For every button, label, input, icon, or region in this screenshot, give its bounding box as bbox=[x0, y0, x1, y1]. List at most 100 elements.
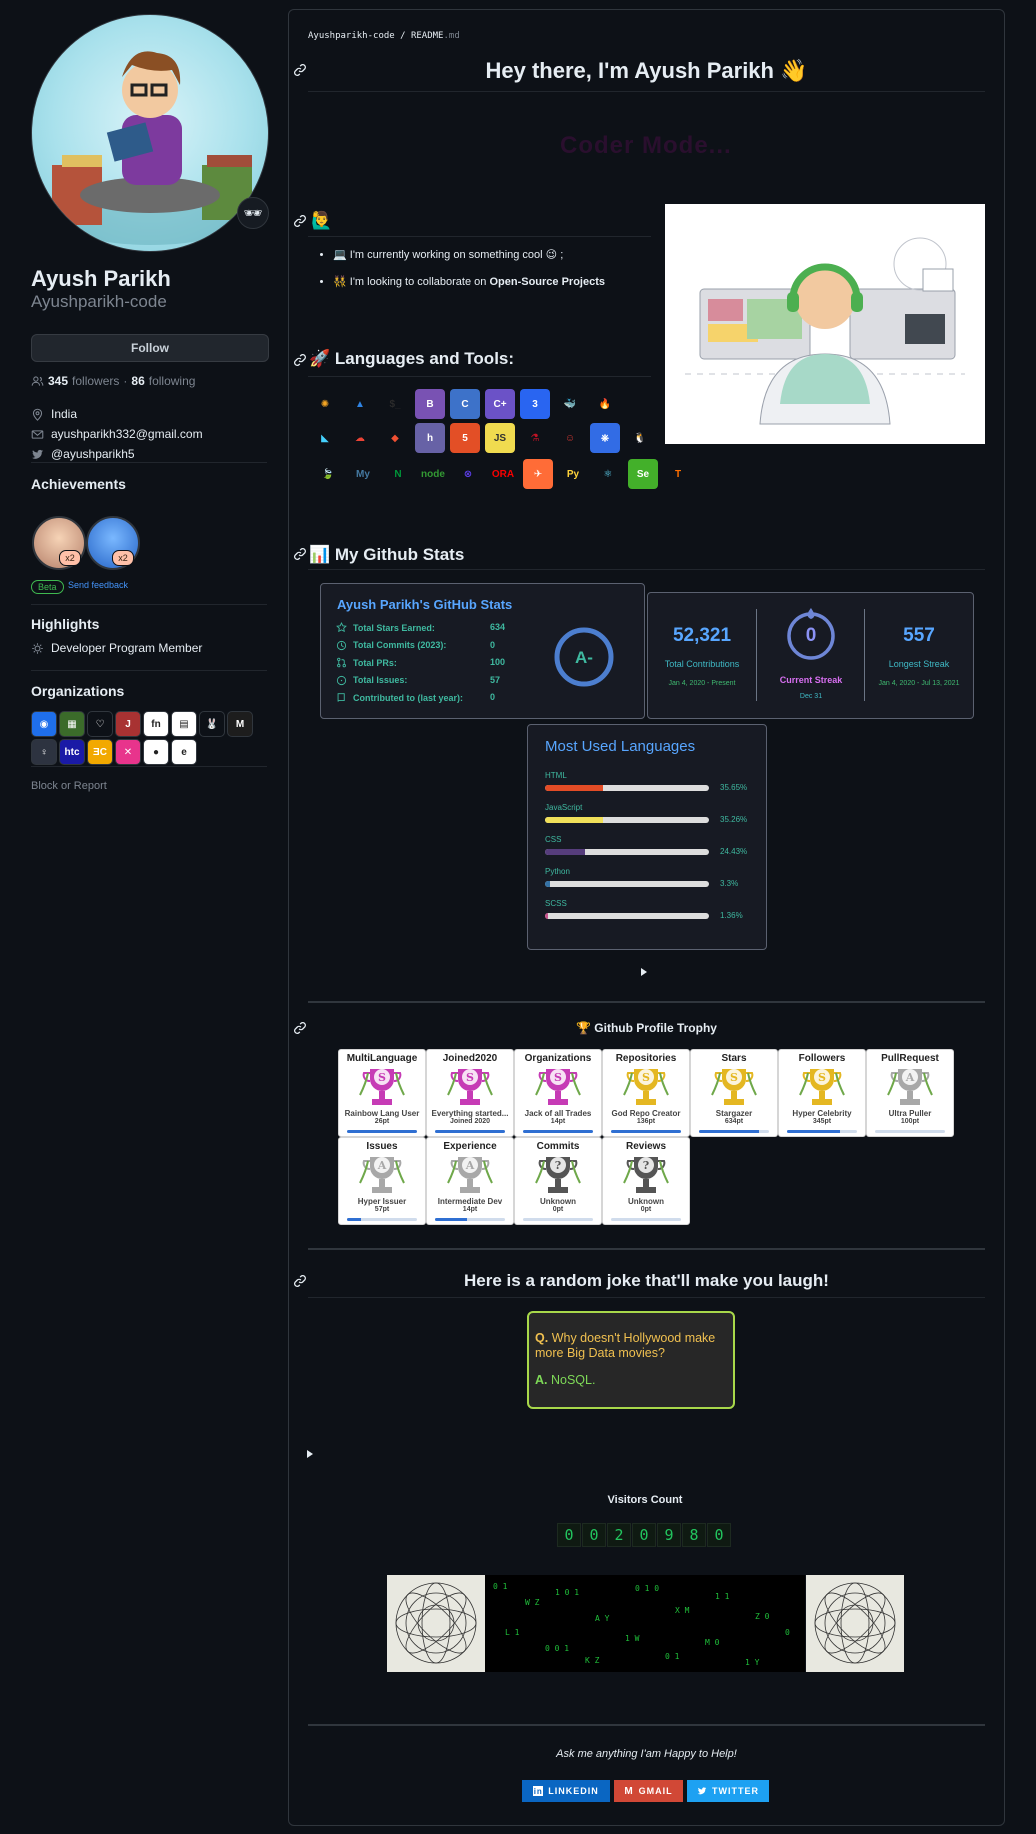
email-link[interactable]: ayushparikh332@gmail.com bbox=[51, 427, 203, 441]
bullet-text: I'm looking to collaborate on bbox=[349, 276, 490, 288]
heroku-icon[interactable]: h bbox=[415, 423, 445, 453]
trophy-card[interactable]: PullRequest A Ultra Puller 100pt bbox=[866, 1049, 954, 1137]
following-label[interactable]: following bbox=[149, 374, 196, 388]
docker-icon[interactable]: 🐳 bbox=[555, 389, 585, 419]
trophy-card[interactable]: Experience A Intermediate Dev 14pt bbox=[426, 1137, 514, 1225]
svg-text:1 Y: 1 Y bbox=[745, 1658, 760, 1667]
trophy-card[interactable]: Followers S Hyper Celebrity 345pt bbox=[778, 1049, 866, 1137]
svg-text:1 0 1: 1 0 1 bbox=[555, 1588, 579, 1597]
link-icon[interactable] bbox=[293, 1021, 307, 1035]
org-avatar[interactable]: ◉ bbox=[31, 711, 57, 737]
css3-icon[interactable]: 3 bbox=[520, 389, 550, 419]
divider bbox=[31, 462, 267, 463]
org-avatar[interactable]: e bbox=[171, 739, 197, 765]
gcp-icon[interactable]: ☁ bbox=[345, 423, 375, 453]
org-avatar[interactable]: M bbox=[227, 711, 253, 737]
breadcrumb-repo[interactable]: Ayushparikh-code bbox=[308, 31, 395, 41]
linkedin-button[interactable]: in LINKEDIN bbox=[522, 1780, 610, 1802]
org-avatar[interactable]: ● bbox=[143, 739, 169, 765]
opencv-icon[interactable]: ⊗ bbox=[453, 459, 483, 489]
react-icon[interactable]: ⚛ bbox=[593, 459, 623, 489]
following-count[interactable]: 86 bbox=[131, 374, 144, 388]
nginx-icon[interactable]: N bbox=[383, 459, 413, 489]
org-avatar[interactable]: ♡ bbox=[87, 711, 113, 737]
jest-icon[interactable]: ⚗ bbox=[520, 423, 550, 453]
avatar[interactable] bbox=[31, 14, 269, 252]
stat-label-text: Total Commits (2023): bbox=[353, 640, 447, 650]
joke-a-label: A. bbox=[535, 1373, 548, 1387]
followers-label[interactable]: followers bbox=[72, 374, 119, 388]
html5-icon[interactable]: 5 bbox=[450, 423, 480, 453]
javascript-icon[interactable]: JS bbox=[485, 423, 515, 453]
org-avatar[interactable]: fn bbox=[143, 711, 169, 737]
send-feedback-link[interactable]: Send feedback bbox=[68, 580, 128, 590]
twitter-button[interactable]: TWITTER bbox=[687, 1780, 769, 1802]
org-avatar[interactable]: ♀ bbox=[31, 739, 57, 765]
trophy-card[interactable]: Organizations S Jack of all Trades 14pt bbox=[514, 1049, 602, 1137]
link-icon[interactable] bbox=[293, 1274, 307, 1288]
play-icon[interactable] bbox=[641, 968, 647, 976]
trophy-title: Joined2020 bbox=[442, 1053, 498, 1064]
c-icon[interactable]: C bbox=[450, 389, 480, 419]
trophy-desc: Unknown bbox=[540, 1197, 576, 1206]
airflow-icon[interactable]: ✺ bbox=[310, 389, 340, 419]
trophy-progress bbox=[611, 1130, 681, 1133]
tensorflow-icon[interactable]: T bbox=[663, 459, 693, 489]
trophy-card[interactable]: Commits? Unknown 0pt bbox=[514, 1137, 602, 1225]
block-report-link[interactable]: Block or Report bbox=[31, 780, 107, 792]
trophy-card[interactable]: Stars S Stargazer 634pt bbox=[690, 1049, 778, 1137]
firebase-icon[interactable]: 🔥 bbox=[590, 389, 620, 419]
mandala-image-left bbox=[387, 1575, 485, 1672]
jenkins-icon[interactable]: ☺ bbox=[555, 423, 585, 453]
current-streak: 0 bbox=[805, 625, 817, 646]
link-icon[interactable] bbox=[293, 353, 307, 367]
postman-icon[interactable]: ✈ bbox=[523, 459, 553, 489]
link-icon[interactable] bbox=[293, 547, 307, 561]
streak-card[interactable]: 52,321 Total Contributions Jan 4, 2020 -… bbox=[647, 592, 974, 719]
gmail-button[interactable]: M GMAIL bbox=[614, 1780, 683, 1802]
highlight-label: Developer Program Member bbox=[51, 641, 203, 655]
link-icon[interactable] bbox=[293, 214, 307, 228]
achievements-heading[interactable]: Achievements bbox=[31, 476, 126, 492]
bash-icon[interactable]: $_ bbox=[380, 389, 410, 419]
bootstrap-icon[interactable]: B bbox=[415, 389, 445, 419]
twitter-link[interactable]: @ayushparikh5 bbox=[51, 447, 135, 461]
joke-heading: Here is a random joke that'll make you l… bbox=[464, 1271, 829, 1290]
divider bbox=[864, 609, 865, 701]
github-stats-card[interactable]: Ayush Parikh's GitHub Stats Total Stars … bbox=[320, 583, 645, 719]
stats-heading: 📊 My Github Stats bbox=[309, 545, 465, 564]
kubernetes-icon[interactable]: ⎈ bbox=[590, 423, 620, 453]
cplusplus-icon[interactable]: C+ bbox=[485, 389, 515, 419]
nodejs-icon[interactable]: node bbox=[418, 459, 448, 489]
oracle-icon[interactable]: ORA bbox=[488, 459, 518, 489]
org-avatar[interactable]: ▦ bbox=[59, 711, 85, 737]
mongodb-icon[interactable]: 🍃 bbox=[313, 459, 343, 489]
trophy-card[interactable]: Repositories S God Repo Creator 136pt bbox=[602, 1049, 690, 1137]
trophy-card[interactable]: Issues A Hyper Issuer 57pt bbox=[338, 1137, 426, 1225]
follow-button[interactable]: Follow bbox=[31, 334, 269, 362]
star-icon bbox=[336, 622, 347, 633]
selenium-icon[interactable]: Se bbox=[628, 459, 658, 489]
org-avatar[interactable]: ✕ bbox=[115, 739, 141, 765]
linux-icon[interactable]: 🐧 bbox=[625, 423, 655, 453]
azure-icon[interactable]: ▲ bbox=[345, 389, 375, 419]
trophy-card[interactable]: Reviews? Unknown 0pt bbox=[602, 1137, 690, 1225]
org-avatar[interactable]: ƎC bbox=[87, 739, 113, 765]
org-avatar[interactable]: J bbox=[115, 711, 141, 737]
python-icon[interactable]: Py bbox=[558, 459, 588, 489]
flutter-icon[interactable]: ◣ bbox=[310, 423, 340, 453]
status-emoji[interactable]: 🕶 bbox=[237, 197, 269, 229]
git-icon[interactable]: ◆ bbox=[380, 423, 410, 453]
trophy-card[interactable]: MultiLanguage S Rainbow Lang User 26pt bbox=[338, 1049, 426, 1137]
followers-count[interactable]: 345 bbox=[48, 374, 68, 388]
trophy-desc: Hyper Issuer bbox=[357, 1197, 407, 1206]
trophy-card[interactable]: Joined2020 S Everything started... Joined 2… bbox=[426, 1049, 514, 1137]
link-icon[interactable] bbox=[293, 63, 307, 77]
email-item: ayushparikh332@gmail.com bbox=[31, 427, 203, 441]
play-icon[interactable] bbox=[307, 1450, 313, 1458]
org-avatar[interactable]: ▤ bbox=[171, 711, 197, 737]
org-avatar[interactable]: 🐰 bbox=[199, 711, 225, 737]
org-avatar[interactable]: htc bbox=[59, 739, 85, 765]
mysql-icon[interactable]: My bbox=[348, 459, 378, 489]
top-languages-card[interactable]: Most Used Languages HTML 35.65% JavaScript… bbox=[527, 724, 767, 950]
